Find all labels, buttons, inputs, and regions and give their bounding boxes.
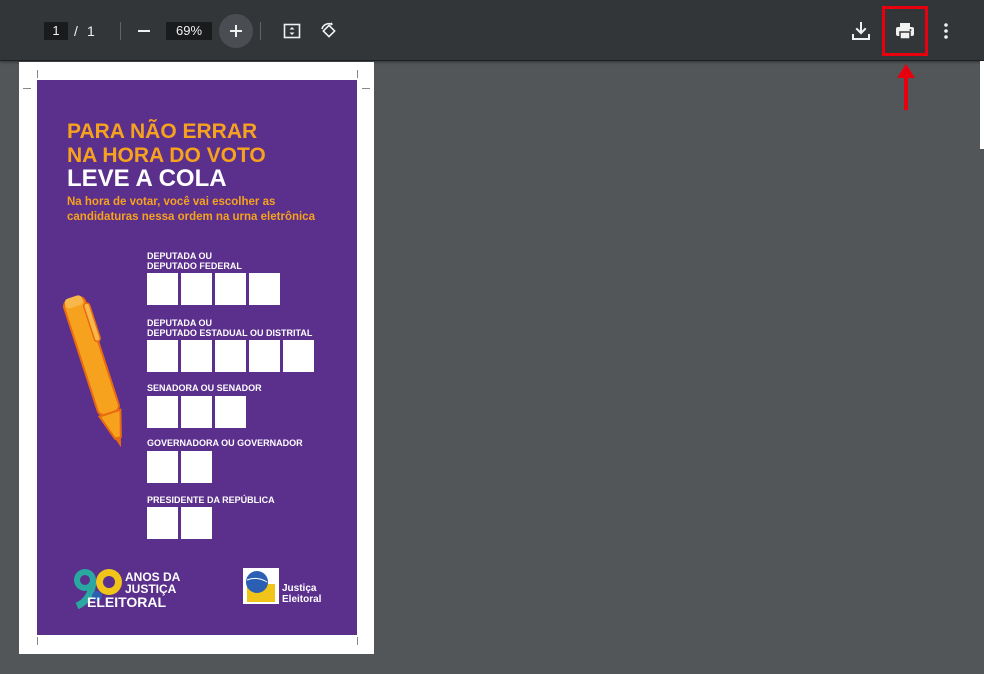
logo-right-line2: Eleitoral xyxy=(282,594,322,605)
download-icon xyxy=(852,22,870,40)
page-total: 1 xyxy=(87,23,95,39)
page-number-input[interactable]: 1 xyxy=(44,22,68,40)
poster-subtitle-line: Na hora de votar, você vai escolher as xyxy=(67,196,276,208)
vote-box xyxy=(147,396,178,428)
vote-box xyxy=(215,396,246,428)
vote-box xyxy=(181,507,212,539)
vote-box xyxy=(147,273,178,305)
crop-mark xyxy=(362,88,370,89)
vote-boxes-senador xyxy=(147,396,246,428)
poster-subtitle: Na hora de votar, você vai escolher as c… xyxy=(67,195,347,225)
vote-box xyxy=(215,340,246,372)
zoom-level-input[interactable]: 69% xyxy=(166,22,212,40)
label-line: DEPUTADA OU xyxy=(147,318,212,328)
label-line: DEPUTADO FEDERAL xyxy=(147,261,242,271)
fit-page-icon xyxy=(283,23,301,39)
fit-to-page-button[interactable] xyxy=(275,14,309,48)
field-label-presidente: PRESIDENTE DA REPÚBLICA xyxy=(147,495,275,505)
more-vert-icon xyxy=(944,23,948,39)
poster-headline-1: PARA NÃO ERRAR xyxy=(67,120,258,143)
vote-boxes-governador xyxy=(147,451,212,483)
vote-boxes-deputado-estadual xyxy=(147,340,314,372)
zoom-out-button[interactable] xyxy=(127,14,161,48)
poster: PARA NÃO ERRAR NA HORA DO VOTO LEVE A CO… xyxy=(37,80,357,635)
pdf-page: PARA NÃO ERRAR NA HORA DO VOTO LEVE A CO… xyxy=(19,62,374,654)
more-options-button[interactable] xyxy=(929,14,963,48)
field-label-senador: SENADORA OU SENADOR xyxy=(147,383,262,393)
field-label-governador: GOVERNADORA OU GOVERNADOR xyxy=(147,438,303,448)
field-label-deputado-estadual: DEPUTADA OU DEPUTADO ESTADUAL OU DISTRIT… xyxy=(147,318,347,338)
poster-subtitle-line: candidaturas nessa ordem na urna eletrôn… xyxy=(67,211,315,223)
crop-mark xyxy=(23,88,31,89)
vote-box xyxy=(249,273,280,305)
print-highlight-box xyxy=(882,6,928,56)
crop-mark xyxy=(357,637,358,645)
pen-icon xyxy=(62,295,122,448)
label-line: DEPUTADA OU xyxy=(147,251,212,261)
crop-mark xyxy=(37,70,38,78)
logo-left-line3: ELEITORAL xyxy=(87,594,167,610)
red-arrow-icon xyxy=(897,64,915,110)
download-button[interactable] xyxy=(844,14,878,48)
rotate-icon xyxy=(321,22,336,38)
vote-box xyxy=(147,451,178,483)
zoom-in-button[interactable] xyxy=(219,14,253,48)
vote-box xyxy=(181,396,212,428)
toolbar-divider xyxy=(120,22,121,40)
vote-box xyxy=(181,273,212,305)
logo-right-line1: Justiça xyxy=(282,583,317,594)
vote-box xyxy=(215,273,246,305)
field-label-deputado-federal: DEPUTADA OU DEPUTADO FEDERAL xyxy=(147,251,347,271)
pdf-toolbar: 1 / 1 69% xyxy=(0,0,984,61)
crop-mark xyxy=(357,70,358,78)
vote-box xyxy=(181,340,212,372)
scrollbar[interactable] xyxy=(980,61,984,149)
vote-box xyxy=(181,451,212,483)
plus-icon xyxy=(230,25,242,37)
poster-headline-3: LEVE A COLA xyxy=(67,165,227,192)
vote-box xyxy=(147,340,178,372)
vote-box xyxy=(283,340,314,372)
toolbar-divider xyxy=(260,22,261,40)
page-separator: / xyxy=(74,23,78,39)
crop-mark xyxy=(37,637,38,645)
vote-box xyxy=(147,507,178,539)
rotate-button[interactable] xyxy=(312,14,346,48)
justica-eleitoral-logo-icon xyxy=(243,568,279,604)
label-line: DEPUTADO ESTADUAL OU DISTRITAL xyxy=(147,328,313,338)
minus-icon xyxy=(138,30,150,32)
vote-box xyxy=(249,340,280,372)
vote-boxes-presidente xyxy=(147,507,212,539)
vote-boxes-deputado-federal xyxy=(147,273,280,305)
